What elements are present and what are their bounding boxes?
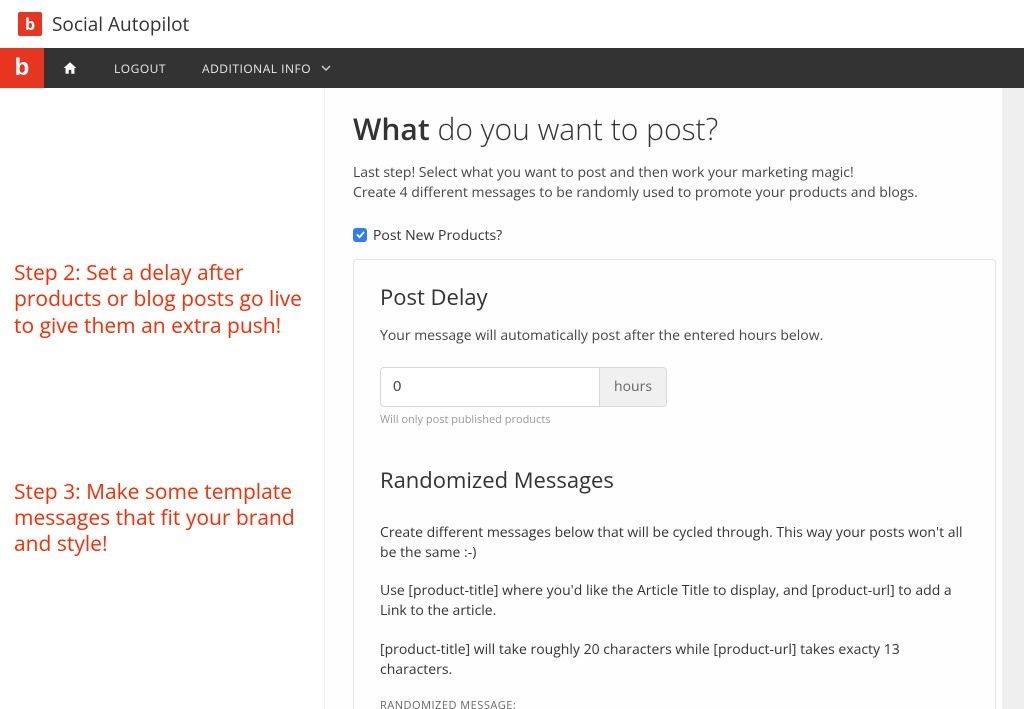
main-content: What do you want to post? Last step! Sel…	[324, 88, 1024, 709]
main-nav: b LOGOUT ADDITIONAL INFO	[0, 48, 1024, 88]
home-icon	[62, 61, 78, 75]
post-delay-hint: Will only post published products	[380, 412, 969, 427]
nav-logo-icon: b	[15, 54, 30, 82]
annotation-step-2: Step 2: Set a delay after products or bl…	[14, 260, 304, 339]
sidebar-annotations: Step 2: Set a delay after products or bl…	[0, 88, 324, 709]
chevron-down-icon	[321, 65, 331, 71]
settings-panel: Post Delay Your message will automatical…	[353, 259, 996, 709]
right-gutter	[1002, 88, 1024, 709]
randomized-section: Randomized Messages Create different mes…	[380, 465, 969, 709]
randomized-heading: Randomized Messages	[380, 465, 969, 495]
check-icon	[356, 231, 365, 239]
nav-logo[interactable]: b	[0, 48, 44, 88]
logo-letter: b	[25, 13, 35, 35]
annotation-step-3: Step 3: Make some template messages that…	[14, 479, 304, 558]
nav-logout-label: LOGOUT	[114, 60, 166, 77]
page-title-rest: do you want to post?	[430, 108, 719, 149]
post-new-products-label: Post New Products?	[373, 226, 502, 245]
app-logo-icon: b	[18, 12, 42, 36]
nav-additional-info-label: ADDITIONAL INFO	[202, 60, 311, 77]
post-delay-description: Your message will automatically post aft…	[380, 326, 969, 345]
randomized-p1: Create different messages below that wil…	[380, 523, 969, 564]
post-delay-input[interactable]	[380, 367, 600, 407]
randomized-p3: [product-title] will take roughly 20 cha…	[380, 640, 969, 681]
page-subtitle: Last step! Select what you want to post …	[353, 163, 996, 204]
nav-logout[interactable]: LOGOUT	[96, 48, 184, 88]
app-title: Social Autopilot	[52, 11, 189, 37]
app-header: b Social Autopilot	[0, 0, 1024, 48]
post-delay-input-row: hours	[380, 367, 969, 407]
randomized-p2: Use [product-title] where you'd like the…	[380, 581, 969, 622]
post-new-products-row[interactable]: Post New Products?	[353, 226, 996, 245]
subtitle-line-1: Last step! Select what you want to post …	[353, 163, 854, 182]
nav-home[interactable]	[44, 48, 96, 88]
post-delay-heading: Post Delay	[380, 282, 969, 312]
subtitle-line-2: Create 4 different messages to be random…	[353, 183, 918, 202]
page-title-bold: What	[353, 108, 430, 149]
nav-additional-info[interactable]: ADDITIONAL INFO	[184, 48, 349, 88]
post-new-products-checkbox[interactable]	[353, 228, 367, 242]
page-title: What do you want to post?	[353, 108, 996, 149]
post-delay-unit: hours	[600, 367, 667, 407]
randomized-field-label: RANDOMIZED MESSAGE:	[380, 698, 969, 709]
